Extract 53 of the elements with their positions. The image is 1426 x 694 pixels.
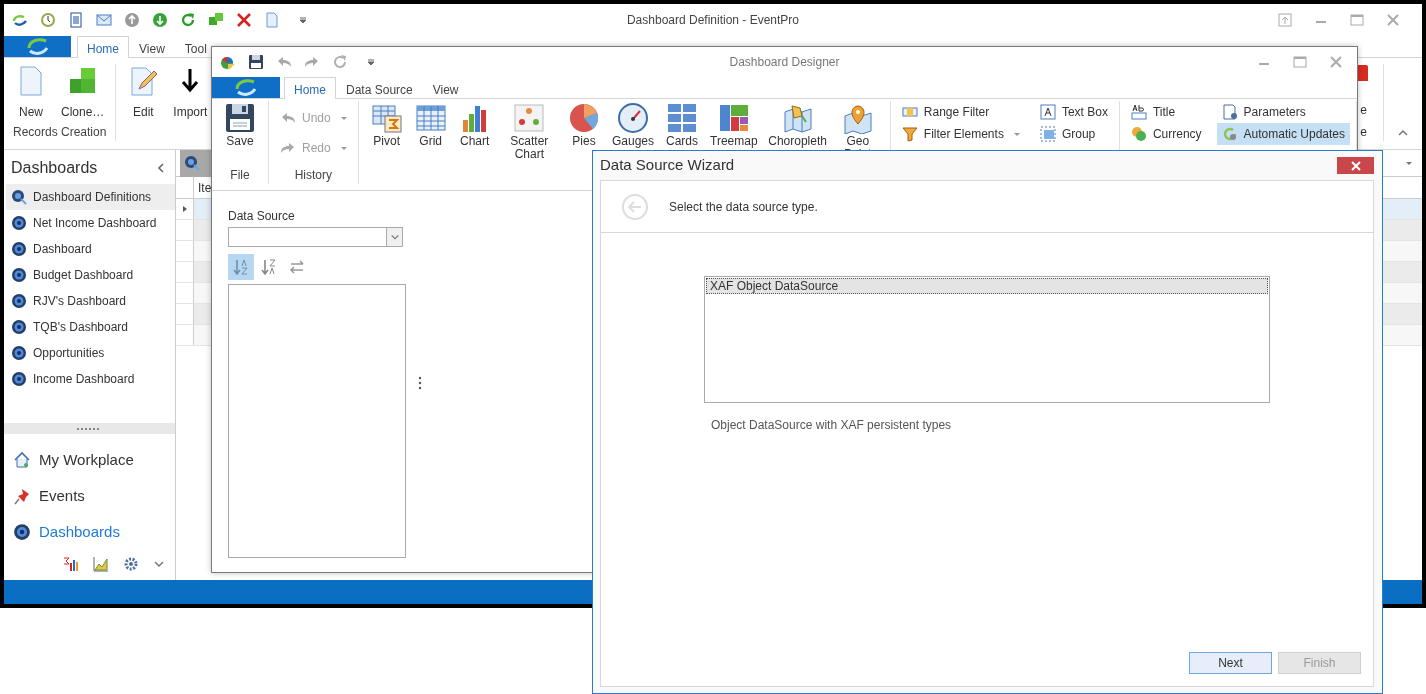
sidebar-title: Dashboards	[11, 158, 98, 178]
ribbon-button[interactable]: Title	[1125, 101, 1207, 123]
navigation-item[interactable]: Events	[4, 478, 175, 514]
ribbon-button[interactable]: Import	[166, 64, 215, 120]
ribbon-button[interactable]: Pies	[562, 101, 606, 149]
ribbon-button[interactable]: Edit	[120, 64, 167, 120]
ribbon-button[interactable]: Pivot	[364, 101, 409, 149]
ribbon-button[interactable]: Currency	[1125, 123, 1207, 145]
sidebar-item[interactable]: RJV's Dashboard	[6, 288, 175, 314]
sidebar-item[interactable]: Dashboard	[6, 236, 175, 262]
ribbon-button[interactable]: New	[8, 64, 54, 120]
ribbon-button[interactable]: Cards	[660, 101, 705, 149]
ribbon-button[interactable]: Gauges	[606, 101, 661, 149]
ribbon-button[interactable]: Choropleth	[763, 101, 832, 149]
ribbon-button[interactable]: Automatic Updates	[1216, 123, 1350, 145]
description-text: Object DataSource with XAF persistent types	[711, 417, 953, 434]
field-label: Data Source	[228, 208, 296, 225]
group-label: e	[1360, 124, 1367, 141]
group-label: Records Creation	[12, 124, 108, 141]
ribbon-button[interactable]: Treemap	[704, 101, 764, 149]
list-item[interactable]: XAF Object DataSource	[706, 278, 1268, 294]
ribbon-button[interactable]: Grid	[408, 101, 453, 149]
sidebar-item[interactable]: Net Income Dashboard	[6, 210, 175, 236]
sidebar-item[interactable]: Budget Dashboard	[6, 262, 175, 288]
ribbon-button[interactable]: Chart	[452, 101, 497, 149]
group-label: History	[293, 167, 333, 184]
group-label: File	[229, 167, 251, 184]
sidebar-item[interactable]: Dashboard Definitions	[6, 184, 175, 210]
ribbon-button[interactable]: Save	[218, 101, 262, 149]
ribbon-button[interactable]: Range Filter	[896, 101, 1025, 123]
ribbon-button[interactable]: Text Box	[1034, 101, 1113, 123]
dialog-button[interactable]: Next	[1189, 652, 1272, 674]
instruction-text: Select the data source type.	[669, 198, 818, 216]
navigation-item[interactable]: Dashboards	[4, 514, 175, 550]
ribbon-button[interactable]: Parameters	[1216, 101, 1350, 123]
ribbon-tab[interactable]: Home	[77, 36, 129, 58]
sidebar-item[interactable]: Opportunities	[6, 340, 175, 366]
window-title: Dashboard Definition - EventPro	[626, 12, 800, 29]
sidebar-item[interactable]: TQB's Dashboard	[6, 314, 175, 340]
sidebar-item[interactable]: Income Dashboard	[6, 366, 175, 392]
ribbon-button[interactable]: Scatter Chart	[496, 101, 562, 162]
navigation-item[interactable]: My Workplace	[4, 442, 175, 478]
window-title: Dashboard Designer	[729, 54, 840, 71]
ribbon-tab[interactable]: Tool	[174, 36, 217, 57]
ribbon-button[interactable]: Filter Elements	[896, 123, 1025, 145]
ribbon-tab[interactable]: View	[422, 77, 469, 98]
dialog-title: Data Source Wizard	[600, 155, 735, 176]
ribbon-button[interactable]: Group	[1034, 123, 1113, 145]
ribbon-tab[interactable]: Home	[284, 77, 336, 99]
ribbon-button[interactable]: Clone…	[54, 64, 112, 120]
ribbon-tab[interactable]: Data Source	[336, 77, 423, 98]
ribbon-button-label: e	[1360, 102, 1367, 119]
ribbon-tab[interactable]: View	[129, 36, 175, 57]
